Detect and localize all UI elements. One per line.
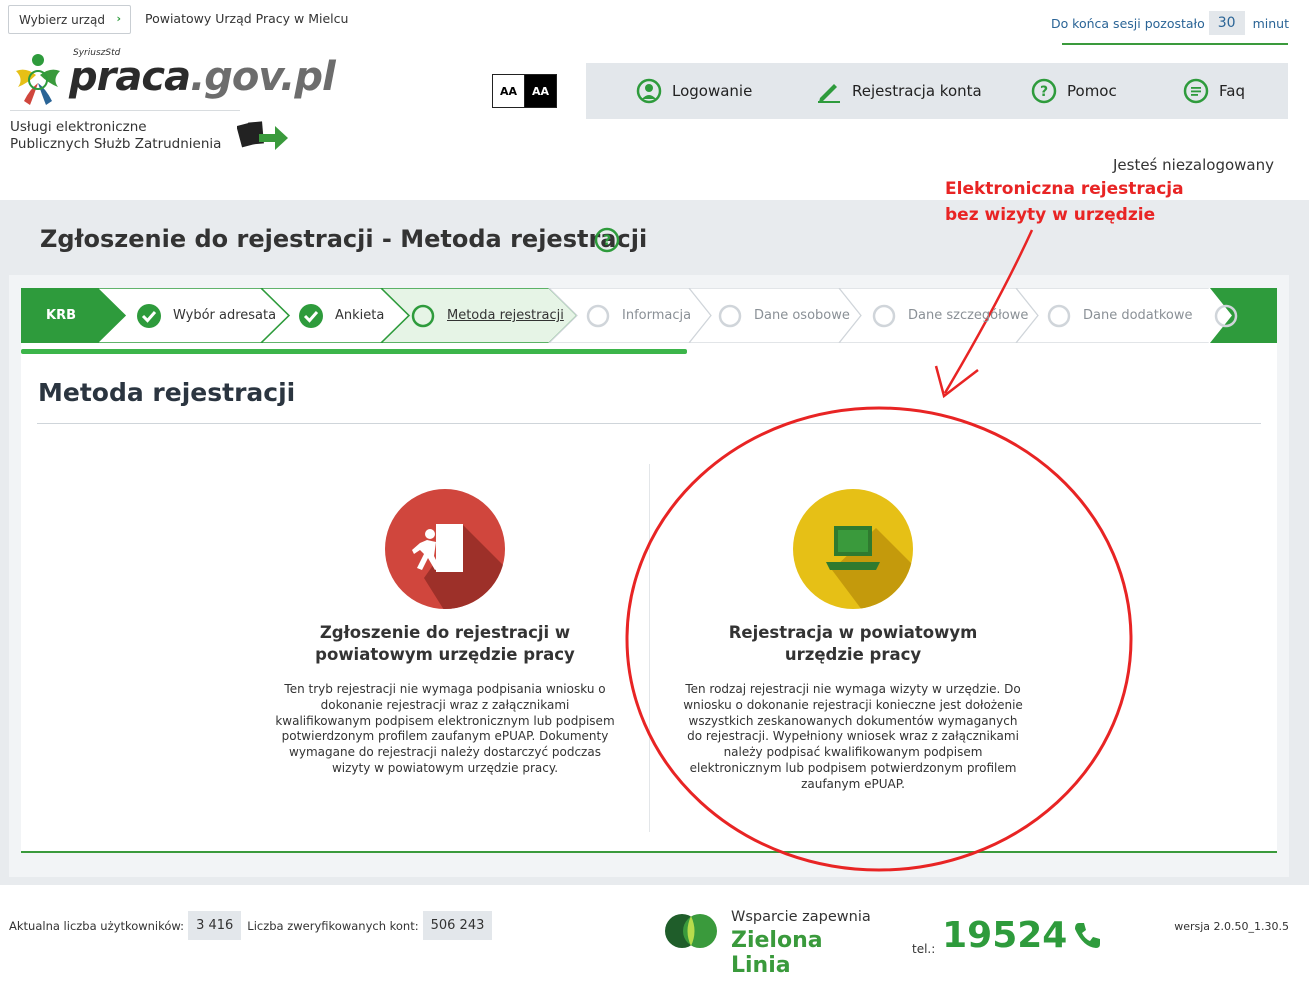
- chevron-right-icon: ›: [116, 12, 121, 25]
- form-bottom-rule: [21, 851, 1277, 853]
- online-option-title: Rejestracja w powiatowym urzędzie pracy: [728, 623, 978, 664]
- office-registration-option[interactable]: Zgłoszenie do rejestracji w powiatowym u…: [265, 488, 625, 788]
- login-status: Jesteś niezalogowany: [1112, 156, 1274, 174]
- logo-brand: praca.gov.pl: [69, 54, 336, 100]
- wizard-progress-bar: [21, 349, 687, 354]
- tel-label: tel.:: [912, 942, 936, 956]
- office-option-title: Zgłoszenie do rejestracji w powiatowym u…: [315, 623, 575, 664]
- footer-stats: Aktualna liczba użytkowników: 3 416 Licz…: [9, 911, 498, 940]
- session-minutes: 30: [1208, 11, 1245, 35]
- services-caption: Usługi elektroniczne Publicznych Służb Z…: [10, 119, 222, 152]
- online-option-text: Rejestracja w powiatowym urzędzie pracy …: [673, 622, 1033, 793]
- office-select-label: Wybierz urząd: [19, 12, 105, 27]
- stepper-start: KRB: [46, 308, 76, 323]
- circle-outline-icon: [586, 304, 610, 327]
- nav-login-label: Logowanie: [672, 82, 753, 100]
- support-line1: Wsparcie zapewnia: [731, 909, 871, 925]
- check-circle-icon: [137, 303, 161, 328]
- session-timer: Do końca sesji pozostało 30 minut: [1051, 8, 1289, 38]
- online-option-description: Ten rodzaj rejestracji nie wymaga wizyty…: [683, 682, 1023, 791]
- office-select-button[interactable]: Wybierz urząd ›: [8, 5, 131, 34]
- phone-icon: [1075, 923, 1101, 948]
- zielona-linia-logo-icon: [665, 914, 717, 948]
- nav-login[interactable]: Logowanie: [636, 63, 752, 119]
- office-option-text: Zgłoszenie do rejestracji w powiatowym u…: [265, 622, 625, 777]
- high-contrast-button[interactable]: AA: [524, 74, 557, 108]
- verified-value: 506 243: [422, 911, 493, 940]
- logo-emblem-icon: [16, 54, 60, 105]
- main-nav: Logowanie Rejestracja konta ? Pomoc Faq: [586, 63, 1288, 119]
- users-value: 3 416: [188, 911, 242, 940]
- pencil-icon: [818, 84, 840, 103]
- laptop-icon: [793, 489, 913, 609]
- circle-outline-icon: [411, 304, 435, 327]
- section-title: Metoda rejestracji: [38, 378, 296, 407]
- session-prefix: Do końca sesji pozostało: [1050, 15, 1205, 31]
- wizard-stepper: KRB Wybór adresata Ankieta Metoda rejest…: [21, 288, 1277, 343]
- session-underline: [1062, 43, 1288, 45]
- step-dane-szczegolowe: Dane szczegółowe: [872, 288, 1028, 343]
- exit-door-icon: [385, 489, 505, 609]
- step-ankieta[interactable]: Ankieta: [299, 288, 384, 343]
- step-dane-osobowe: Dane osobowe: [718, 288, 850, 343]
- office-option-description: Ten tryb rejestracji nie wymaga podpisan…: [275, 682, 615, 775]
- question-icon: ?: [1031, 78, 1057, 104]
- check-circle-icon: [299, 303, 323, 328]
- step-dane-dodatkowe: Dane dodatkowe: [1047, 288, 1193, 343]
- session-suffix: minut: [1252, 15, 1289, 31]
- support-zielona-linia[interactable]: Wsparcie zapewnia Zielona Linia: [664, 908, 884, 978]
- nav-faq[interactable]: Faq: [1183, 63, 1245, 119]
- options-divider: [649, 464, 650, 832]
- help-icon[interactable]: ?: [594, 227, 620, 253]
- svg-text:?: ?: [1040, 84, 1048, 100]
- praca-gov-logo[interactable]: SyriuszStd praca.gov.pl: [10, 45, 336, 115]
- circle-outline-icon: [1047, 304, 1071, 327]
- page-title: Zgłoszenie do rejestracji - Metoda rejes…: [40, 225, 648, 253]
- step-metoda-rejestracji[interactable]: Metoda rejestracji: [411, 288, 564, 343]
- office-name: Powiatowy Urząd Pracy w Mielcu: [145, 11, 349, 26]
- svg-text:?: ?: [603, 233, 611, 249]
- step-wybor-adresata[interactable]: Wybór adresata: [137, 288, 276, 343]
- support-line2: Zielona Linia: [731, 928, 823, 978]
- logo-divider: [10, 110, 240, 111]
- nav-register-label: Rejestracja konta: [852, 82, 982, 100]
- user-icon: [636, 78, 662, 104]
- nav-faq-label: Faq: [1219, 82, 1245, 100]
- section-divider: [37, 423, 1261, 424]
- circle-outline-icon: [872, 304, 896, 327]
- step-informacja: Informacja: [586, 288, 691, 343]
- nav-help-label: Pomoc: [1067, 82, 1117, 100]
- normal-contrast-button[interactable]: AA: [492, 74, 525, 108]
- annotation-text: Elektroniczna rejestracja bez wizyty w u…: [945, 179, 1184, 225]
- nav-help[interactable]: ? Pomoc: [1031, 63, 1117, 119]
- users-label: Aktualna liczba użytkowników:: [9, 918, 185, 933]
- tel-number: 19524: [942, 915, 1068, 956]
- verified-label: Liczba zweryfikowanych kont:: [247, 918, 419, 933]
- chat-icon: [1183, 78, 1209, 104]
- cards-arrow-icon: [237, 121, 288, 150]
- nav-register[interactable]: Rejestracja konta: [816, 63, 982, 119]
- circle-outline-icon: [718, 304, 742, 327]
- online-registration-option[interactable]: Rejestracja w powiatowym urzędzie pracy …: [673, 488, 1033, 798]
- app-version: wersja 2.0.50_1.30.5: [1174, 920, 1289, 933]
- support-phone[interactable]: tel.: 19524: [912, 915, 1103, 956]
